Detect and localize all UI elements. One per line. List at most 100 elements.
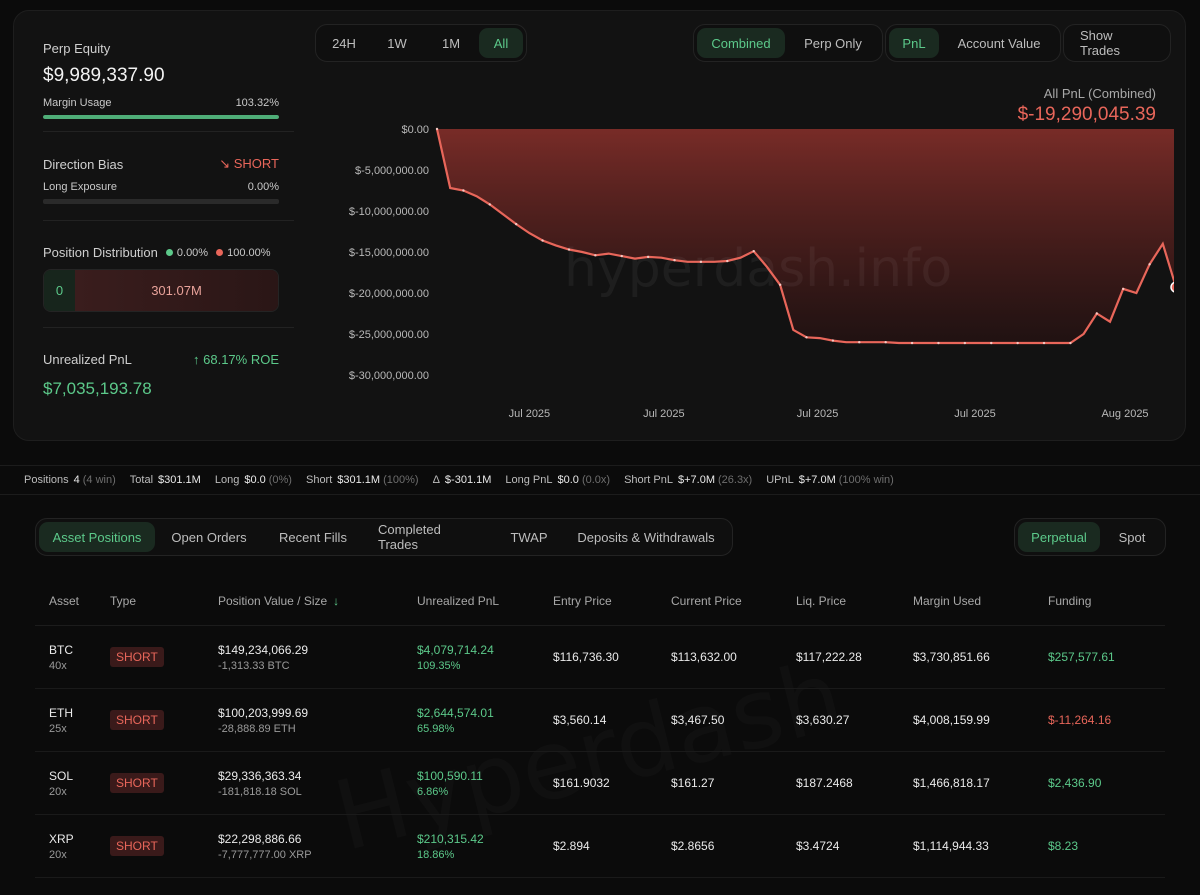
tab-recent-fills[interactable]: Recent Fills	[263, 522, 363, 552]
data-point	[910, 341, 914, 345]
tab-perpetual[interactable]: Perpetual	[1018, 522, 1100, 552]
summary-short: Short $301.1M (100%)	[305, 474, 419, 486]
timeframe-selector: 24H 1W 1M All	[315, 24, 527, 62]
x-tick-label: Jul 2025	[643, 408, 685, 420]
positions-summary: Positions 4 (4 win) Total $301.1M Long $0.0(…	[0, 465, 1200, 495]
data-point	[1095, 312, 1099, 315]
unrealized-pnl-label: Unrealized PnL	[43, 352, 132, 367]
funding: $2,436.90	[1048, 776, 1102, 790]
margin-usage-label: Margin Usage	[43, 97, 112, 109]
y-tick-label: $0.00	[401, 124, 429, 136]
tab-completed-trades[interactable]: Completed Trades	[365, 522, 495, 552]
dist-short-pct: 100.00%	[227, 246, 271, 259]
header-unrealized-pnl[interactable]: Unrealized PnL	[417, 594, 553, 608]
perp-equity-block: Perp Equity $9,989,337.90 Margin Usage 1…	[43, 41, 279, 119]
margin-used: $3,730,851.66	[913, 650, 990, 664]
dist-long-segment: 0	[44, 270, 75, 311]
tab-twap[interactable]: TWAP	[497, 522, 561, 552]
tab-open-orders[interactable]: Open Orders	[157, 522, 261, 552]
roe-value: ↑ 68.17% ROE	[193, 352, 279, 367]
liq-price: $187.2468	[796, 776, 853, 790]
y-tick-label: $-10,000,000.00	[349, 206, 429, 218]
table-row[interactable]: BTC 40x SHORT $149,234,066.29 -1,313.33 BT…	[35, 626, 1165, 689]
table-row[interactable]: ETH 25x SHORT $100,203,999.69 -28,888.89 E…	[35, 689, 1165, 752]
dist-short-segment: 301.07M	[75, 270, 278, 311]
metric-account-value[interactable]: Account Value	[941, 28, 1057, 58]
position-distribution-label: Position Distribution	[43, 245, 158, 260]
y-tick-label: $-30,000,000.00	[349, 370, 429, 382]
timeframe-24h[interactable]: 24H	[319, 28, 369, 58]
data-point	[699, 260, 703, 264]
funding: $8.23	[1048, 839, 1079, 853]
leverage: 20x	[49, 785, 67, 798]
data-point	[858, 341, 861, 344]
long-dot-icon	[165, 248, 173, 256]
mode-selector: Combined Perp Only	[693, 24, 883, 62]
direction-bias-label: Direction Bias	[43, 156, 124, 172]
table-row[interactable]: XRP 20x SHORT $22,298,886.66 -7,777,777.00…	[35, 815, 1165, 878]
current-price: $2.8656	[671, 839, 715, 853]
data-point	[1042, 341, 1046, 345]
unrealized-pnl-pct: 6.86%	[417, 785, 449, 798]
x-tick-label: Jul 2025	[509, 408, 551, 420]
y-tick-label: $-5,000,000.00	[355, 165, 429, 177]
current-price: $113,632.00	[671, 650, 737, 664]
asset-name[interactable]: BTC	[49, 643, 110, 657]
data-point	[884, 341, 887, 344]
pnl-chart: $0.00 $-5,000,000.00 $-10,000,000.00 $-15,0…	[349, 124, 1174, 420]
short-dot-icon	[216, 248, 224, 256]
summary-positions: Positions 4 (4 win)	[24, 474, 116, 486]
unrealized-pnl-pct: 18.86%	[417, 848, 455, 861]
margin-usage-value: 103.32%	[235, 97, 279, 109]
unrealized-pnl-value: $7,035,193.78	[43, 379, 152, 398]
margin-usage-bar-fill	[43, 115, 279, 119]
header-liq-price[interactable]: Liq. Price	[796, 594, 913, 608]
metric-selector: PnL Account Value	[885, 24, 1061, 62]
position-size: -181,818.18 SOL	[218, 785, 302, 798]
mode-combined[interactable]: Combined	[697, 28, 785, 58]
header-position-value[interactable]: Position Value / Size ↓	[218, 594, 417, 608]
y-axis: $0.00 $-5,000,000.00 $-10,000,000.00 $-15,0…	[349, 124, 429, 382]
liq-price: $3.4724	[796, 839, 840, 853]
table-row[interactable]: SOL 20x SHORT $29,336,363.34 -181,818.18 S…	[35, 752, 1165, 815]
header-funding[interactable]: Funding	[1048, 594, 1158, 608]
type-badge: SHORT	[110, 647, 164, 667]
entry-price: $161.9032	[553, 776, 610, 790]
data-point	[488, 203, 491, 206]
overview-panel: Perp Equity $9,989,337.90 Margin Usage 1…	[13, 10, 1186, 441]
type-badge: SHORT	[110, 836, 164, 856]
header-entry-price[interactable]: Entry Price	[553, 594, 671, 608]
asset-name[interactable]: SOL	[49, 769, 110, 783]
type-badge: SHORT	[110, 773, 164, 793]
data-point	[778, 283, 782, 286]
x-tick-label: Jul 2025	[797, 408, 839, 420]
summary-short-pnl: Short PnL $+7.0M (26.3x)	[624, 474, 753, 486]
header-type[interactable]: Type	[110, 594, 218, 608]
header-current-price[interactable]: Current Price	[671, 594, 796, 608]
timeframe-1m[interactable]: 1M	[425, 28, 477, 58]
position-value: $22,298,886.66	[218, 831, 302, 846]
data-point	[1148, 263, 1151, 266]
liq-price: $3,630.27	[796, 713, 850, 727]
mode-perp-only[interactable]: Perp Only	[787, 28, 879, 58]
timeframe-1w[interactable]: 1W	[371, 28, 423, 58]
tab-deposits-withdrawals[interactable]: Deposits & Withdrawals	[563, 522, 729, 552]
timeframe-all[interactable]: All	[479, 28, 523, 58]
market-tabs: Perpetual Spot	[1014, 518, 1166, 556]
long-exposure-label: Long Exposure	[43, 181, 117, 193]
tab-spot[interactable]: Spot	[1102, 522, 1162, 552]
data-point	[567, 248, 571, 251]
distribution-bar: 0 301.07M	[43, 269, 279, 312]
asset-name[interactable]: ETH	[49, 706, 110, 720]
header-asset[interactable]: Asset	[35, 594, 110, 608]
position-value: $100,203,999.69	[218, 705, 309, 720]
asset-name[interactable]: XRP	[49, 832, 110, 846]
header-margin-used[interactable]: Margin Used	[913, 594, 1048, 608]
direction-bias-block: Direction Bias ↘ SHORT Long Exposure 0.0…	[43, 156, 279, 204]
tab-asset-positions[interactable]: Asset Positions	[39, 522, 155, 552]
show-trades-button[interactable]: Show Trades	[1067, 28, 1167, 58]
y-tick-label: $-20,000,000.00	[349, 288, 429, 300]
data-point	[1069, 341, 1072, 345]
summary-long: Long $0.0 (0%)	[214, 474, 292, 486]
metric-pnl[interactable]: PnL	[889, 28, 939, 58]
